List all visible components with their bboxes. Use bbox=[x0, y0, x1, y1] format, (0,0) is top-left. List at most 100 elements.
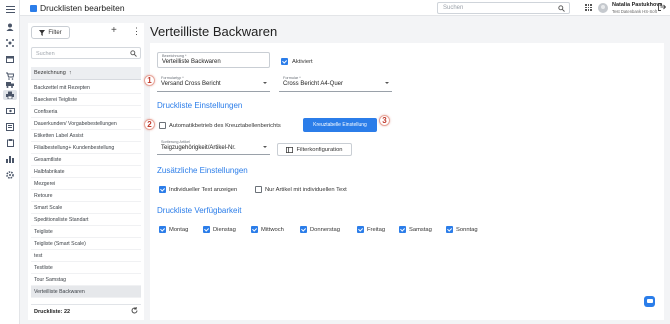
day-checkbox-dienstag[interactable] bbox=[203, 226, 210, 233]
bezeichnung-value: Verteilliste Backwaren bbox=[162, 59, 221, 65]
list-item[interactable]: Verteilliste Backwaren bbox=[31, 286, 141, 298]
settings-icon[interactable] bbox=[4, 170, 16, 180]
bezeichnung-field[interactable]: Bezeichnung * Verteilliste Backwaren bbox=[157, 52, 270, 68]
list-item[interactable]: Teigliste bbox=[31, 226, 141, 238]
refresh-icon[interactable] bbox=[131, 307, 138, 316]
individueller-text-label: Individueller Text anzeigen bbox=[169, 186, 238, 193]
page-title: Verteilliste Backwaren bbox=[150, 24, 278, 39]
chevron-down-icon bbox=[385, 82, 389, 84]
list-item[interactable]: Retoure bbox=[31, 190, 141, 202]
clipboard-icon[interactable] bbox=[4, 138, 16, 148]
global-search-placeholder: Suchen bbox=[443, 5, 464, 11]
sort-arrow-up-icon[interactable]: ↑ bbox=[69, 70, 72, 76]
user-name: Natalia Pastukhova bbox=[612, 2, 663, 8]
app-logo-icon bbox=[30, 4, 37, 12]
list-item[interactable]: Filialbestellung+ Kundenbestellung bbox=[31, 142, 141, 154]
sortierung-label: Sortierung Artikel bbox=[161, 140, 190, 144]
section-druckliste-verfuegbarkeit: Druckliste Verfügbarkeit bbox=[157, 206, 242, 215]
list-item[interactable]: Halbfabrikate bbox=[31, 166, 141, 178]
list-search-input[interactable]: Suchen bbox=[31, 47, 141, 59]
list-footer: Druckliste: 22 bbox=[31, 304, 141, 318]
network-icon[interactable] bbox=[4, 38, 16, 48]
printer-icon[interactable] bbox=[3, 90, 17, 100]
list: Backzettel mit Rezepten Baeckerei Teiglis… bbox=[31, 82, 141, 298]
chevron-down-icon bbox=[263, 82, 267, 84]
more-options-icon[interactable]: ⋮ bbox=[132, 26, 141, 36]
list-item[interactable]: Confiseria bbox=[31, 106, 141, 118]
list-item[interactable]: Testliste bbox=[31, 262, 141, 274]
add-icon[interactable]: + bbox=[111, 26, 117, 36]
day-checkbox-montag[interactable] bbox=[159, 226, 166, 233]
day-label-donnerstag: Donnerstag bbox=[310, 226, 340, 233]
day-checkbox-donnerstag[interactable] bbox=[300, 226, 307, 233]
formulartyp-value: Versand Cross Bericht bbox=[161, 81, 221, 87]
filter-icon bbox=[39, 29, 46, 36]
automatikbetrieb-label: Automatikbetrieb des Kreuztabellenberich… bbox=[169, 122, 281, 129]
money-icon[interactable] bbox=[4, 106, 16, 116]
user-icon[interactable] bbox=[4, 22, 16, 32]
apps-grid-icon[interactable] bbox=[585, 4, 592, 11]
list-item[interactable]: test bbox=[31, 250, 141, 262]
nur-artikel-label: Nur Artikel mit individuellen Text bbox=[265, 186, 347, 193]
day-label-dienstag: Dienstag bbox=[213, 226, 236, 233]
aktiviert-checkbox[interactable] bbox=[281, 58, 288, 65]
step-badge-2: 2 bbox=[144, 119, 155, 130]
list-search-placeholder: Suchen bbox=[36, 50, 55, 57]
list-item[interactable]: Mezgerei bbox=[31, 178, 141, 190]
app-title: Drucklisten bearbeiten bbox=[30, 3, 125, 13]
nur-artikel-checkbox[interactable] bbox=[255, 186, 262, 193]
list-item[interactable]: Teigliste (Smart Scale) bbox=[31, 238, 141, 250]
list-item[interactable]: Backzettel mit Rezepten bbox=[31, 82, 141, 94]
app-title-text: Drucklisten bearbeiten bbox=[40, 3, 125, 13]
avatar[interactable] bbox=[598, 3, 608, 13]
search-icon[interactable] bbox=[130, 50, 137, 59]
day-label-freitag: Freitag bbox=[367, 226, 386, 233]
step-badge-1: 1 bbox=[144, 75, 155, 86]
kreuztabelle-einstellung-button[interactable]: Kreuztabelle Einstellung bbox=[303, 118, 377, 132]
list-item[interactable]: Etiketten Label Assist bbox=[31, 130, 141, 142]
invoice-icon[interactable] bbox=[4, 122, 16, 132]
main-card: Bezeichnung * Verteilliste Backwaren Akt… bbox=[144, 43, 664, 320]
day-checkbox-samstag[interactable] bbox=[399, 226, 406, 233]
section-druckliste-einstellungen: Druckliste Einstellungen bbox=[157, 101, 243, 110]
list-count: Druckliste: 22 bbox=[34, 308, 71, 315]
shop-icon[interactable] bbox=[4, 54, 16, 64]
truck-icon[interactable] bbox=[4, 79, 16, 89]
list-item[interactable]: Speditionsliste Standart bbox=[31, 214, 141, 226]
list-panel: Filter + ⋮ Suchen Bezeichnung ↑ Backzett… bbox=[28, 23, 144, 320]
chat-widget-icon[interactable] bbox=[644, 296, 655, 307]
search-icon[interactable] bbox=[558, 5, 565, 14]
day-checkbox-sonntag[interactable] bbox=[446, 226, 453, 233]
individueller-text-checkbox[interactable] bbox=[159, 186, 166, 193]
aktiviert-label: Aktiviert bbox=[292, 58, 313, 65]
day-checkbox-mittwoch[interactable] bbox=[251, 226, 258, 233]
day-checkbox-freitag[interactable] bbox=[357, 226, 364, 233]
chart-icon[interactable] bbox=[4, 154, 16, 164]
formular-label: Formular * bbox=[283, 76, 301, 80]
user-org: Test Datenbank HS-Soft bbox=[612, 9, 657, 14]
automatikbetrieb-checkbox[interactable] bbox=[159, 122, 166, 129]
list-item[interactable]: Smart Scale bbox=[31, 202, 141, 214]
formulartyp-label: Formulartyp * bbox=[161, 76, 184, 80]
filterkonfiguration-button[interactable]: Filterkonfiguration bbox=[277, 143, 352, 156]
list-item[interactable]: Dauerkunden/ Vorgabebestellungen bbox=[31, 118, 141, 130]
logout-icon[interactable] bbox=[658, 3, 667, 13]
filter-button-label: Filter bbox=[48, 29, 62, 36]
sortierung-select[interactable]: Sortierung Artikel Teigzugehörigkeit/Art… bbox=[157, 139, 270, 155]
list-item[interactable]: Gesamtliste bbox=[31, 154, 141, 166]
section-zusaetzliche-einstellungen: Zusätzliche Einstellungen bbox=[157, 166, 248, 175]
formular-select[interactable]: Formular * Cross Bericht A4-Quer bbox=[279, 75, 392, 92]
global-search-input[interactable]: Suchen bbox=[437, 2, 570, 14]
menu-icon[interactable] bbox=[4, 4, 16, 14]
bezeichnung-label: Bezeichnung * bbox=[162, 54, 187, 58]
formulartyp-select[interactable]: Formulartyp * Versand Cross Bericht bbox=[157, 75, 270, 92]
formular-value: Cross Bericht A4-Quer bbox=[283, 81, 344, 87]
list-item[interactable]: Tour Samstag bbox=[31, 274, 141, 286]
step-badge-3: 3 bbox=[379, 115, 390, 126]
day-label-sonntag: Sonntag bbox=[456, 226, 478, 233]
day-label-samstag: Samstag bbox=[409, 226, 432, 233]
icon-rail bbox=[0, 0, 20, 324]
column-header-bezeichnung[interactable]: Bezeichnung ↑ bbox=[31, 67, 141, 80]
list-item[interactable]: Baeckerei Teigliste bbox=[31, 94, 141, 106]
filter-button[interactable]: Filter bbox=[31, 26, 70, 39]
